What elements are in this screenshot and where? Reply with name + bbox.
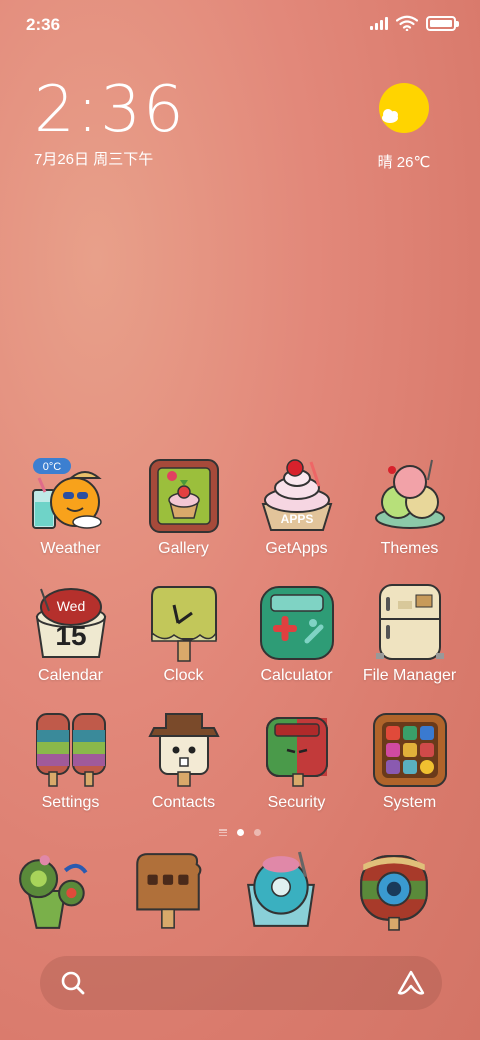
app-system[interactable]: System <box>353 710 466 822</box>
app-label: File Manager <box>362 667 457 684</box>
app-label: Calendar <box>38 667 103 684</box>
sun-cloud-icon <box>379 83 429 133</box>
weather-badge: 0°C <box>42 461 61 473</box>
app-weather[interactable]: 0°C Weather <box>14 456 127 568</box>
widget-time: 2:36 <box>34 73 186 147</box>
calendar-icon: Wed 15 <box>35 588 106 658</box>
app-label: Gallery <box>158 540 209 557</box>
dock <box>14 850 466 937</box>
gallery-icon <box>148 459 219 533</box>
weather-widget[interactable]: 晴 26℃ <box>364 82 444 172</box>
app-file-manager[interactable]: File Manager <box>353 583 466 695</box>
file-manager-icon <box>375 584 444 660</box>
assistant-icon[interactable] <box>396 969 426 997</box>
clock-icon <box>150 586 217 662</box>
messages-icon <box>136 853 202 929</box>
themes-icon <box>374 459 445 529</box>
dock-app-camera[interactable] <box>353 850 466 937</box>
app-label: GetApps <box>265 540 328 557</box>
widget-date: 7月26日 周三下午 <box>34 151 154 168</box>
app-gallery[interactable]: Gallery <box>127 456 240 568</box>
app-label: Themes <box>380 540 439 557</box>
security-icon <box>265 717 328 787</box>
weather-icon: 0°C <box>31 458 102 529</box>
app-calculator[interactable]: Calculator <box>240 583 353 695</box>
battery-icon <box>426 15 459 31</box>
page-list-icon <box>219 829 227 836</box>
app-calendar[interactable]: Wed 15 Calendar <box>14 583 127 695</box>
app-contacts[interactable]: Contacts <box>127 710 240 822</box>
search-icon <box>61 971 85 995</box>
weather-text: 晴 26℃ <box>377 154 431 171</box>
getapps-icon: APPS <box>261 459 332 531</box>
app-label: Clock <box>163 667 204 684</box>
system-icon <box>372 713 447 787</box>
clock-widget[interactable]: 2:36 7月26日 周三下午 <box>34 78 186 169</box>
app-security[interactable]: Security <box>240 710 353 822</box>
camera-icon <box>360 855 428 931</box>
app-themes[interactable]: Themes <box>353 456 466 568</box>
status-time: 2:36 <box>26 15 61 34</box>
phone-cactus-icon <box>19 855 88 929</box>
app-label: Weather <box>40 540 101 557</box>
wifi-icon <box>396 15 418 31</box>
app-label: Settings <box>41 794 100 811</box>
app-clock[interactable]: Clock <box>127 583 240 695</box>
app-label: System <box>382 794 437 811</box>
contacts-icon <box>147 713 220 787</box>
dock-app-phone[interactable] <box>14 850 127 937</box>
browser-icon <box>247 851 315 927</box>
dock-app-messages[interactable] <box>127 850 240 937</box>
calendar-day: Wed <box>56 598 85 614</box>
app-getapps[interactable]: APPS GetApps <box>240 456 353 568</box>
page-dot-active <box>237 829 244 836</box>
app-label: Calculator <box>260 667 333 684</box>
app-grid: 0°C Weather Gallery APPS GetApps Themes … <box>14 456 466 822</box>
status-bar: 2:36 <box>0 0 480 50</box>
app-label: Contacts <box>151 794 216 811</box>
dock-app-browser[interactable] <box>240 850 353 937</box>
page-indicator[interactable] <box>0 829 480 836</box>
signal-icon <box>370 16 388 30</box>
app-label: Security <box>267 794 326 811</box>
settings-icon <box>35 713 106 787</box>
status-icons <box>370 15 459 31</box>
app-settings[interactable]: Settings <box>14 710 127 822</box>
calculator-icon <box>259 586 334 660</box>
page-dot <box>254 829 261 836</box>
calendar-date: 15 <box>55 620 86 651</box>
getapps-badge: APPS <box>280 512 313 526</box>
search-bar[interactable] <box>40 956 442 1010</box>
